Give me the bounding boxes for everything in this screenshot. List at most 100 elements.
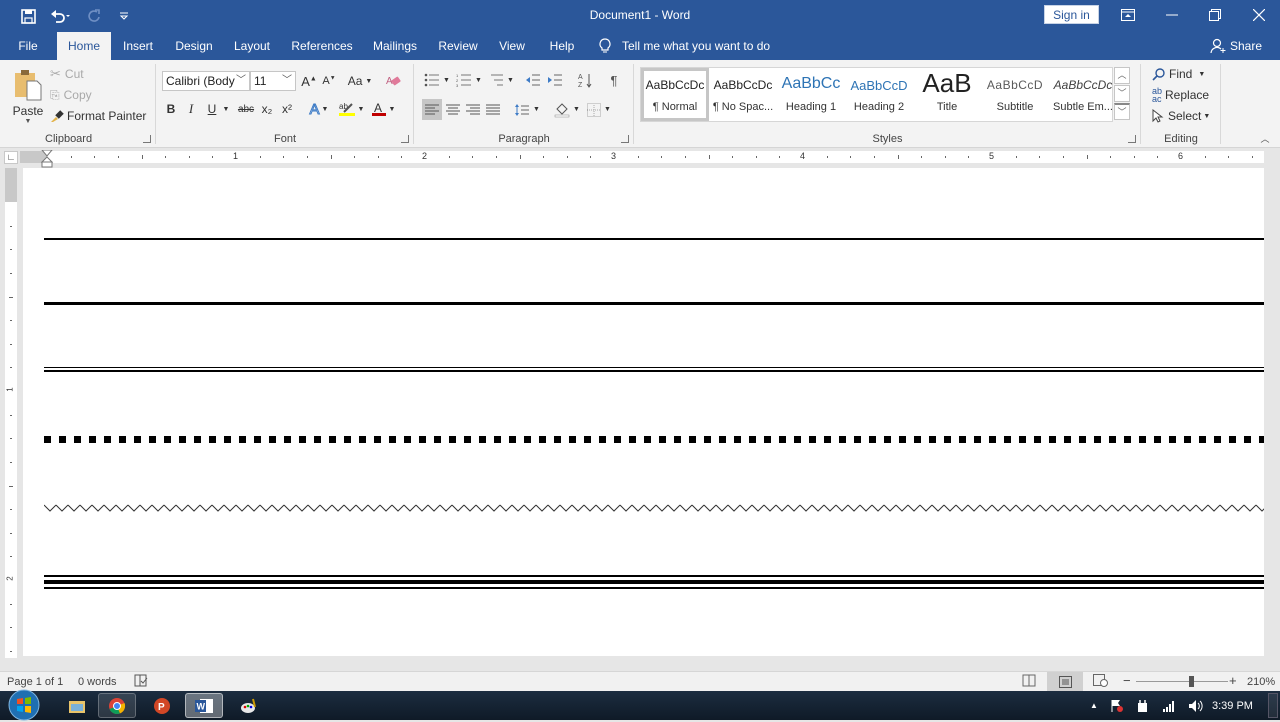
font-size-combo[interactable]: 11 ﹀ xyxy=(250,71,296,91)
paragraph-dialog-launcher[interactable] xyxy=(621,135,629,143)
tab-view[interactable]: View xyxy=(492,32,532,60)
format-painter-button[interactable]: Format Painter xyxy=(50,107,146,125)
horizontal-ruler[interactable]: 1 2 3 4 5 6 xyxy=(20,150,1264,168)
bold-button[interactable]: B xyxy=(163,100,179,118)
align-left-button[interactable] xyxy=(422,99,442,120)
style-normal[interactable]: AaBbCcDc ¶ Normal xyxy=(641,68,709,121)
shading-button[interactable]: ▼ xyxy=(553,99,581,120)
tab-insert[interactable]: Insert xyxy=(116,32,160,60)
style-subtitle[interactable]: AaBbCcD Subtitle xyxy=(981,68,1049,121)
volume-icon[interactable] xyxy=(1188,699,1204,713)
redo-icon[interactable] xyxy=(84,6,104,26)
customize-qat-icon[interactable] xyxy=(114,6,134,26)
save-icon[interactable] xyxy=(18,6,38,26)
power-plug-icon[interactable] xyxy=(1136,699,1150,713)
styles-scroll-down-button[interactable]: ﹀ xyxy=(1114,85,1130,102)
cut-button[interactable]: ✂ Cut xyxy=(50,65,84,83)
bullets-button[interactable]: ▼ xyxy=(423,70,451,90)
style-title[interactable]: AaB Title xyxy=(913,68,981,121)
subscript-button[interactable]: x₂ xyxy=(259,100,275,118)
taskbar-file-explorer[interactable] xyxy=(58,693,96,718)
network-signal-icon[interactable] xyxy=(1162,700,1176,712)
page-count[interactable]: Page 1 of 1 xyxy=(7,676,63,688)
increase-indent-button[interactable] xyxy=(545,70,565,90)
print-layout-button[interactable] xyxy=(1047,672,1083,691)
share-button[interactable]: Share xyxy=(1210,32,1262,60)
strikethrough-button[interactable]: abc xyxy=(235,100,257,118)
styles-scroll-up-button[interactable]: ︿ xyxy=(1114,67,1130,84)
read-mode-button[interactable] xyxy=(1022,674,1036,690)
text-effects-button[interactable]: A ▼ xyxy=(307,100,331,118)
justify-button[interactable] xyxy=(483,99,503,120)
zoom-slider-thumb[interactable] xyxy=(1189,676,1194,687)
line-spacing-button[interactable]: ▼ xyxy=(513,99,541,120)
chevron-down-icon[interactable]: ﹀ xyxy=(282,72,292,90)
zoom-out-button[interactable]: − xyxy=(1123,673,1131,688)
vertical-ruler[interactable]: 12 xyxy=(5,168,17,658)
highlight-button[interactable]: ab ▼ xyxy=(337,100,365,118)
document-page[interactable] xyxy=(23,168,1264,656)
tab-file[interactable]: File xyxy=(8,32,48,60)
taskbar-chrome[interactable] xyxy=(98,693,136,718)
clear-formatting-button[interactable]: A xyxy=(385,72,403,90)
paste-button[interactable]: Paste ▼ xyxy=(10,66,46,128)
style-heading-2[interactable]: AaBbCcD Heading 2 xyxy=(845,68,913,121)
tab-review[interactable]: Review xyxy=(434,32,482,60)
show-desktop-button[interactable] xyxy=(1268,693,1278,718)
multilevel-list-button[interactable]: ▼ xyxy=(487,70,515,90)
tell-me-search[interactable]: Tell me what you want to do xyxy=(598,32,770,60)
close-button[interactable] xyxy=(1244,4,1274,26)
show-marks-button[interactable]: ¶ xyxy=(605,70,623,90)
sort-button[interactable]: AZ xyxy=(575,70,595,90)
tab-home[interactable]: Home xyxy=(57,32,111,60)
font-name-combo[interactable]: Calibri (Body ﹀ xyxy=(162,71,250,91)
taskbar-paint[interactable] xyxy=(230,693,268,718)
font-dialog-launcher[interactable] xyxy=(401,135,409,143)
styles-dialog-launcher[interactable] xyxy=(1128,135,1136,143)
align-right-button[interactable] xyxy=(463,99,483,120)
show-hidden-icons-button[interactable]: ▲ xyxy=(1090,701,1098,710)
proofing-icon[interactable] xyxy=(134,674,148,690)
grow-font-button[interactable]: A▲ xyxy=(300,72,318,90)
shrink-font-button[interactable]: A▼ xyxy=(320,72,338,90)
chevron-down-icon[interactable]: ﹀ xyxy=(236,72,246,90)
numbering-button[interactable]: 1 2 3 ▼ xyxy=(455,70,483,90)
underline-dropdown-icon[interactable]: ▼ xyxy=(222,100,230,118)
minimize-button[interactable] xyxy=(1157,4,1187,26)
style-subtle-emphasis[interactable]: AaBbCcDc Subtle Em... xyxy=(1049,68,1117,121)
style-no-spacing[interactable]: AaBbCcDc ¶ No Spac... xyxy=(709,68,777,121)
word-count[interactable]: 0 words xyxy=(78,676,117,688)
collapse-ribbon-button[interactable]: ︿ xyxy=(1258,132,1272,144)
tab-design[interactable]: Design xyxy=(170,32,218,60)
tab-layout[interactable]: Layout xyxy=(228,32,276,60)
sign-in-button[interactable]: Sign in xyxy=(1044,5,1099,24)
taskbar-word[interactable]: W xyxy=(185,693,223,718)
borders-button[interactable]: ▼ xyxy=(585,99,613,120)
tab-references[interactable]: References xyxy=(288,32,356,60)
zoom-level[interactable]: 210% xyxy=(1247,676,1275,688)
underline-button[interactable]: U xyxy=(204,100,220,118)
taskbar-clock[interactable]: 3:39 PM xyxy=(1212,691,1253,720)
indent-marker-icon[interactable] xyxy=(41,150,53,168)
ribbon-display-options-button[interactable] xyxy=(1113,4,1143,26)
style-heading-1[interactable]: AaBbCc Heading 1 xyxy=(777,68,845,121)
copy-button[interactable]: ⎘ Copy xyxy=(50,86,92,104)
italic-button[interactable]: I xyxy=(183,100,199,118)
find-button[interactable]: Find ▼ xyxy=(1152,65,1205,83)
action-center-flag-icon[interactable] xyxy=(1110,699,1124,713)
superscript-button[interactable]: x² xyxy=(279,100,295,118)
web-layout-button[interactable] xyxy=(1093,674,1108,690)
styles-more-button[interactable]: ﹀ xyxy=(1114,103,1130,120)
start-button[interactable] xyxy=(6,688,42,722)
decrease-indent-button[interactable] xyxy=(523,70,543,90)
tab-mailings[interactable]: Mailings xyxy=(366,32,424,60)
align-center-button[interactable] xyxy=(443,99,463,120)
select-button[interactable]: Select ▼ xyxy=(1152,107,1210,125)
change-case-button[interactable]: Aa ▼ xyxy=(345,72,375,90)
replace-button[interactable]: ab ac Replace xyxy=(1152,86,1209,104)
font-color-button[interactable]: A ▼ xyxy=(369,100,397,118)
zoom-slider-track[interactable] xyxy=(1136,681,1228,682)
clipboard-dialog-launcher[interactable] xyxy=(143,135,151,143)
undo-icon[interactable] xyxy=(48,6,74,26)
tab-selector[interactable]: ∟ xyxy=(4,151,18,164)
